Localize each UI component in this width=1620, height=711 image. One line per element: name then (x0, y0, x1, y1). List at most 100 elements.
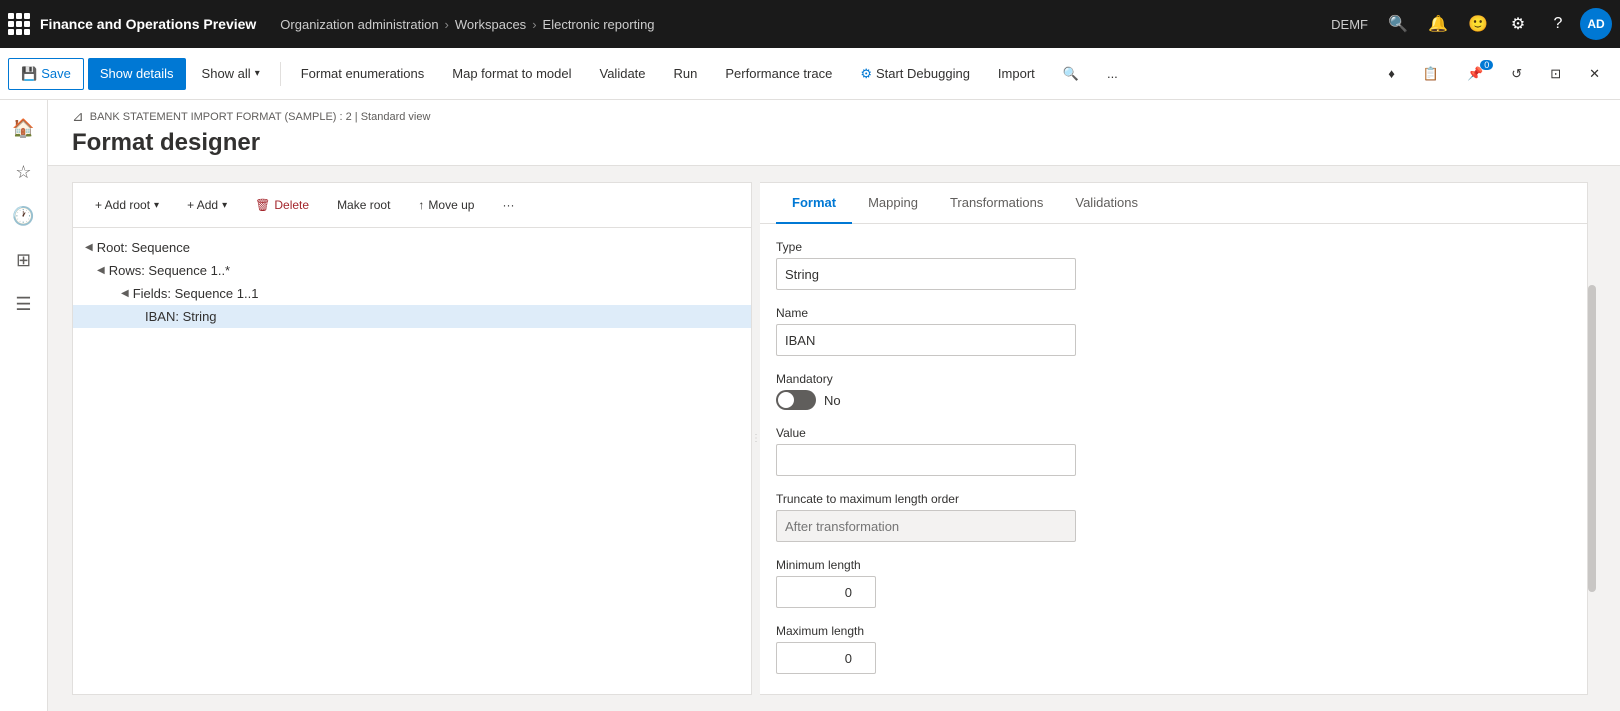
sidebar-list-icon[interactable]: ☰ (4, 284, 44, 324)
mandatory-group: Mandatory No (776, 372, 1571, 410)
tree-item-fields[interactable]: ◀ Fields: Sequence 1..1 (73, 282, 751, 305)
name-label: Name (776, 306, 1571, 320)
breadcrumb-org-admin[interactable]: Organization administration (280, 17, 438, 32)
sidebar-home-icon[interactable]: 🏠 (4, 108, 44, 148)
name-input[interactable] (776, 324, 1076, 356)
toolbar-more-label: ... (1107, 66, 1118, 81)
props-panel: Format Mapping Transformations Validatio… (760, 182, 1588, 695)
min-length-group: Minimum length (776, 558, 1571, 608)
top-breadcrumb: Organization administration › Workspaces… (280, 17, 1331, 32)
toolbar-search-button[interactable]: 🔍 (1051, 58, 1091, 90)
tree-arrow-rows: ◀ (97, 265, 105, 276)
max-length-input[interactable] (776, 642, 876, 674)
toolbar-icon-btn-badge[interactable]: 📌 0 (1455, 58, 1495, 90)
tree-item-iban[interactable]: IBAN: String (73, 305, 751, 328)
show-all-arrow-icon: ▾ (255, 68, 260, 79)
grid-icon (8, 13, 30, 35)
sidebar-star-icon[interactable]: ☆ (4, 152, 44, 192)
add-button[interactable]: + Add ▾ (177, 191, 237, 219)
tree-item-rows-label: Rows: Sequence 1..* (109, 263, 230, 278)
toolbar-divider-1 (280, 62, 281, 86)
tree-item-root-label: Root: Sequence (97, 240, 190, 255)
save-label: Save (41, 66, 71, 81)
toolbar-icon-btn-1[interactable]: ♦ (1376, 58, 1407, 90)
emoji-button[interactable]: 🙂 (1460, 6, 1496, 42)
scrollbar-track[interactable] (1588, 182, 1596, 695)
tab-transformations[interactable]: Transformations (934, 183, 1059, 224)
tab-mapping[interactable]: Mapping (852, 183, 934, 224)
make-root-button[interactable]: Make root (327, 191, 400, 219)
mandatory-toggle[interactable] (776, 390, 816, 410)
import-button[interactable]: Import (986, 58, 1047, 90)
mandatory-toggle-row: No (776, 390, 1571, 410)
top-nav-bar: Finance and Operations Preview Organizat… (0, 0, 1620, 48)
import-label: Import (998, 66, 1035, 81)
format-enumerations-label: Format enumerations (301, 66, 425, 81)
make-root-label: Make root (337, 198, 390, 212)
add-label: + Add (187, 198, 218, 212)
tree-more-button[interactable]: ··· (492, 191, 524, 219)
delete-icon: 🗑 (255, 198, 270, 212)
format-enumerations-button[interactable]: Format enumerations (289, 58, 437, 90)
show-all-button[interactable]: Show all ▾ (190, 58, 272, 90)
sidebar-workspace-icon[interactable]: ⊞ (4, 240, 44, 280)
notification-button[interactable]: 🔔 (1420, 6, 1456, 42)
start-debugging-label: Start Debugging (876, 66, 970, 81)
settings-button[interactable]: ⚙ (1500, 6, 1536, 42)
help-button[interactable]: ? (1540, 6, 1576, 42)
value-input[interactable] (776, 444, 1076, 476)
tree-item-rows[interactable]: ◀ Rows: Sequence 1..* (73, 259, 751, 282)
breadcrumb-workspaces[interactable]: Workspaces (455, 17, 526, 32)
delete-label: Delete (274, 198, 309, 212)
user-avatar[interactable]: AD (1580, 8, 1612, 40)
main-layout: 🏠 ☆ 🕐 ⊞ ☰ ⊿ BANK STATEMENT IMPORT FORMAT… (0, 100, 1620, 711)
tab-validations[interactable]: Validations (1059, 183, 1154, 224)
move-up-button[interactable]: ↑ Move up (408, 191, 484, 219)
delete-button[interactable]: 🗑 Delete (245, 191, 319, 219)
value-group: Value (776, 426, 1571, 476)
scrollbar-thumb[interactable] (1588, 285, 1596, 593)
tree-arrow-fields: ◀ (121, 288, 129, 299)
toolbar-icon-btn-5[interactable]: ⊡ (1538, 58, 1573, 90)
mandatory-label: Mandatory (776, 372, 1571, 386)
tab-format-label: Format (792, 195, 836, 210)
page-breadcrumb-text: BANK STATEMENT IMPORT FORMAT (SAMPLE) : … (90, 111, 431, 123)
max-length-group: Maximum length (776, 624, 1571, 674)
show-details-button[interactable]: Show details (88, 58, 186, 90)
map-format-to-model-button[interactable]: Map format to model (440, 58, 583, 90)
run-button[interactable]: Run (662, 58, 710, 90)
search-nav-button[interactable]: 🔍 (1380, 6, 1416, 42)
validate-button[interactable]: Validate (588, 58, 658, 90)
save-button[interactable]: 💾 Save (8, 58, 84, 90)
truncate-group: Truncate to maximum length order (776, 492, 1571, 542)
sidebar-recent-icon[interactable]: 🕐 (4, 196, 44, 236)
breadcrumb-erp[interactable]: Electronic reporting (543, 17, 655, 32)
panel-resize-handle[interactable]: ⋮ (752, 182, 760, 695)
run-label: Run (674, 66, 698, 81)
toolbar-more-button[interactable]: ... (1095, 58, 1130, 90)
show-all-label: Show all (202, 66, 251, 81)
performance-trace-button[interactable]: Performance trace (713, 58, 844, 90)
truncate-input[interactable] (776, 510, 1076, 542)
tree-item-iban-label: IBAN: String (145, 309, 217, 324)
save-icon: 💾 (21, 66, 37, 82)
toolbar-icon-btn-2[interactable]: 📋 (1411, 58, 1451, 90)
toolbar-close-button[interactable]: ✕ (1577, 58, 1612, 90)
min-length-input[interactable] (776, 576, 876, 608)
filter-icon[interactable]: ⊿ (72, 108, 84, 125)
page-title: Format designer (72, 129, 1596, 157)
tab-transformations-label: Transformations (950, 195, 1043, 210)
toolbar-icon-btn-4[interactable]: ↺ (1499, 58, 1534, 90)
name-group: Name (776, 306, 1571, 356)
app-title: Finance and Operations Preview (40, 16, 256, 32)
add-root-button[interactable]: + Add root ▾ (85, 191, 169, 219)
type-input[interactable] (776, 258, 1076, 290)
start-debugging-button[interactable]: ⚙ Start Debugging (848, 58, 982, 90)
tree-item-root[interactable]: ◀ Root: Sequence (73, 236, 751, 259)
tab-mapping-label: Mapping (868, 195, 918, 210)
tab-format[interactable]: Format (776, 183, 852, 224)
sidebar-icons: 🏠 ☆ 🕐 ⊞ ☰ (0, 100, 48, 711)
tree-arrow-root: ◀ (85, 242, 93, 253)
app-menu-button[interactable] (8, 12, 32, 36)
add-root-arrow-icon: ▾ (154, 200, 159, 211)
